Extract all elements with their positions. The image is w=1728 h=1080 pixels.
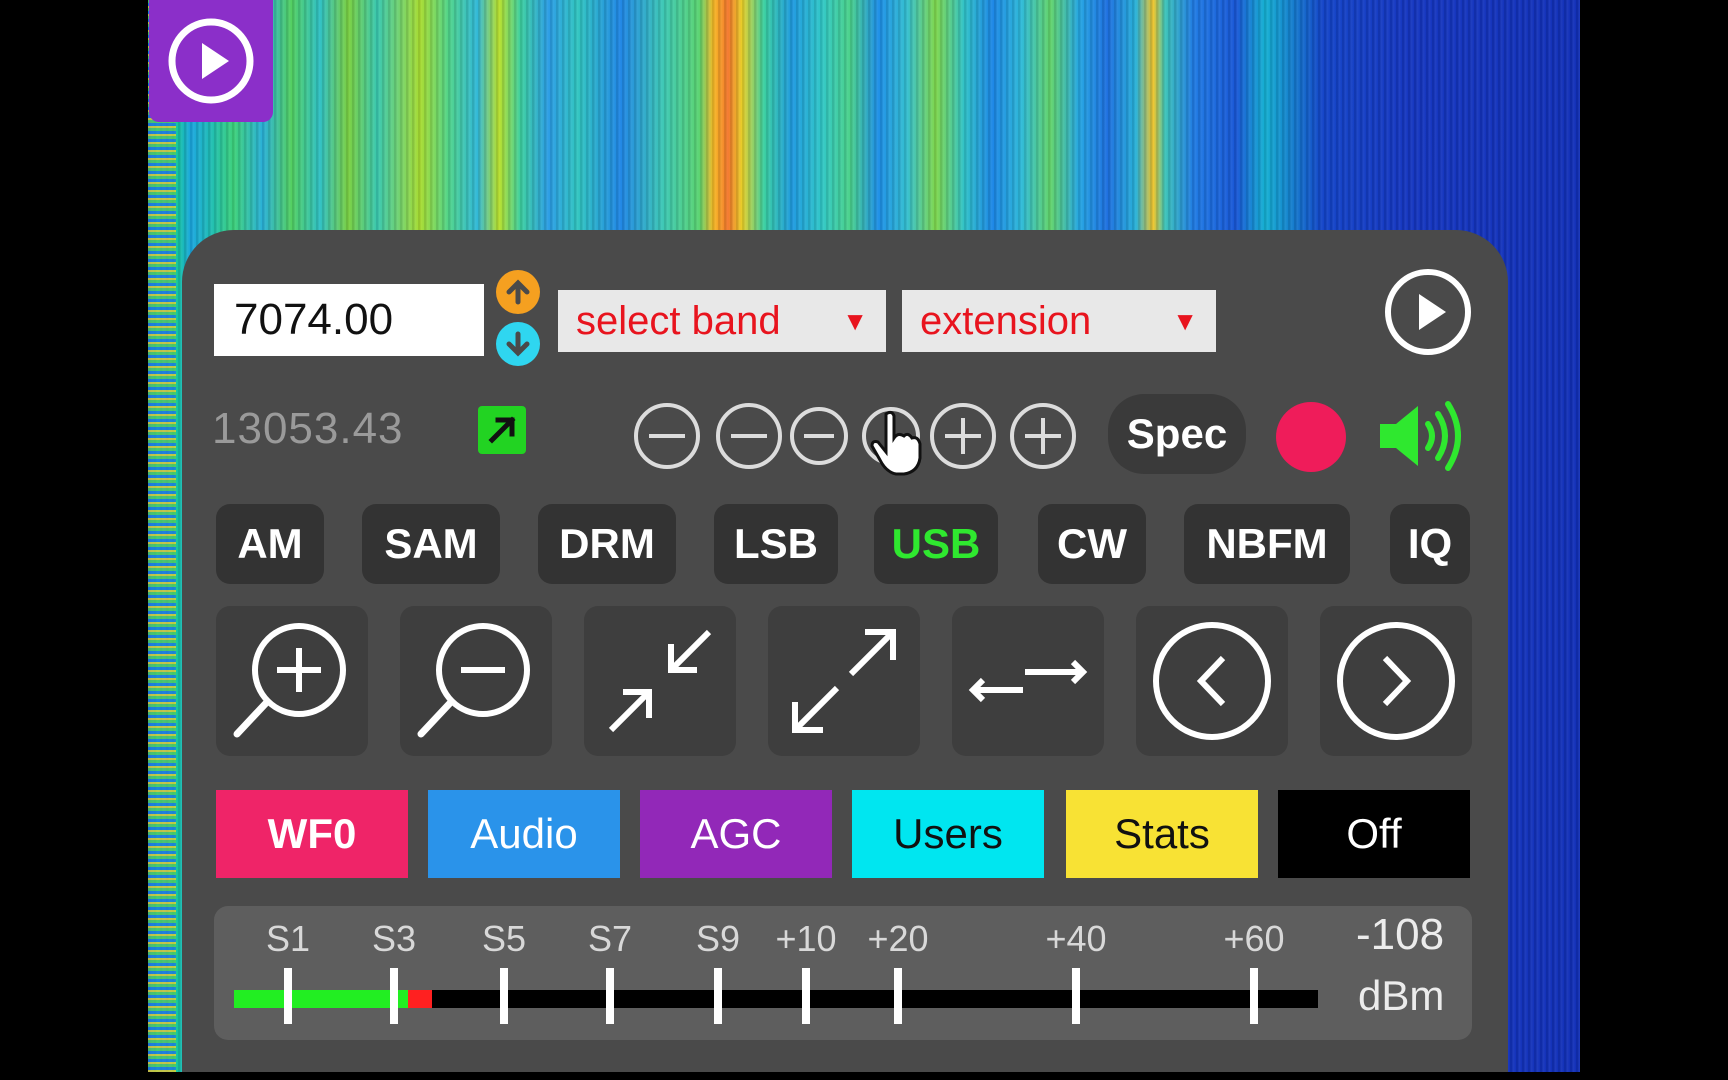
- mode-am-button[interactable]: AM: [216, 504, 324, 584]
- frequency-input[interactable]: [214, 284, 484, 356]
- freq-up-icon: [506, 279, 530, 305]
- band-select[interactable]: select band ▼: [558, 290, 886, 352]
- minus-icon: [804, 434, 834, 438]
- minus-icon: [731, 434, 767, 438]
- zoom-in-magnifier-button[interactable]: [216, 606, 368, 756]
- s-meter-scale-label: S5: [481, 918, 527, 959]
- mode-iq-button[interactable]: IQ: [1390, 504, 1470, 584]
- chevron-down-icon: ▼: [842, 306, 868, 336]
- zoom-in-max-button[interactable]: [1010, 403, 1076, 469]
- s-meter-tick: [606, 968, 614, 1024]
- external-link-button[interactable]: [478, 406, 526, 454]
- zoom-out-magnifier-button[interactable]: [400, 606, 552, 756]
- s-meter-bar-peak: [408, 990, 432, 1008]
- chevron-down-icon: ▼: [1172, 306, 1198, 336]
- waterfall-edge: [148, 0, 176, 1072]
- extension-select[interactable]: extension ▼: [902, 290, 1216, 352]
- shrink-icon: [608, 629, 712, 733]
- signal-dbm-unit: dBm: [1358, 972, 1445, 1019]
- speaker-icon: [1380, 401, 1461, 471]
- zoom-out-small-button[interactable]: [790, 407, 848, 465]
- extension-select-label: extension: [920, 298, 1092, 343]
- freq-down-button[interactable]: [496, 322, 540, 366]
- freq-down-icon: [506, 331, 530, 357]
- tab-stats[interactable]: Stats: [1066, 790, 1258, 878]
- s-meter-scale-label: S7: [587, 918, 633, 959]
- minus-icon: [649, 434, 685, 438]
- zoom-out-button[interactable]: [716, 403, 782, 469]
- s-meter-scale-label: S3: [371, 918, 417, 959]
- tab-off[interactable]: Off: [1278, 790, 1470, 878]
- s-meter-scale-label: S9: [695, 918, 741, 959]
- hand-cursor-icon: [870, 410, 922, 476]
- s-meter-tick: [1250, 968, 1258, 1024]
- magnify-plus-icon: [233, 623, 346, 738]
- mode-lsb-button[interactable]: LSB: [714, 504, 838, 584]
- tab-agc[interactable]: AGC: [640, 790, 832, 878]
- play-button[interactable]: [1382, 266, 1474, 363]
- s-meter-scale-label: +20: [867, 918, 929, 959]
- zoom-in-button[interactable]: [930, 403, 996, 469]
- step-right-button[interactable]: [1320, 606, 1472, 756]
- tab-users[interactable]: Users: [852, 790, 1044, 878]
- band-select-label: select band: [576, 298, 781, 343]
- s-meter-tick: [500, 968, 508, 1024]
- expand-button[interactable]: [768, 606, 920, 756]
- audio-mute-button[interactable]: [1376, 398, 1468, 479]
- s-meter-tick: [894, 968, 902, 1024]
- top-play-button[interactable]: [149, 0, 273, 122]
- mode-nbfm-button[interactable]: NBFM: [1184, 504, 1350, 584]
- s-meter-tick: [714, 968, 722, 1024]
- s-meter-scale-label: +10: [775, 918, 837, 959]
- signal-dbm-value: -108: [1356, 910, 1445, 959]
- tab-wf0[interactable]: WF0: [216, 790, 408, 878]
- expand-icon: [792, 629, 896, 733]
- mode-usb-button[interactable]: USB: [874, 504, 998, 584]
- chevron-right-icon: [1337, 622, 1455, 740]
- external-link-icon: [488, 416, 516, 444]
- play-icon: [1385, 269, 1471, 355]
- s-meter-tick: [284, 968, 292, 1024]
- play-icon: [168, 18, 254, 104]
- s-meter-tick: [390, 968, 398, 1024]
- s-meter-scale-label: S1: [265, 918, 311, 959]
- swap-horizontal-icon: [968, 659, 1088, 703]
- mode-cw-button[interactable]: CW: [1038, 504, 1146, 584]
- mode-sam-button[interactable]: SAM: [362, 504, 500, 584]
- s-meter-scale-label: +60: [1223, 918, 1285, 959]
- secondary-frequency: 13053.43: [212, 404, 404, 453]
- s-meter-scale-label: +40: [1045, 918, 1107, 959]
- spec-button[interactable]: Spec: [1108, 394, 1246, 474]
- record-button[interactable]: [1276, 402, 1346, 472]
- mode-drm-button[interactable]: DRM: [538, 504, 676, 584]
- chevron-left-icon: [1153, 622, 1271, 740]
- step-left-button[interactable]: [1136, 606, 1288, 756]
- magnify-minus-icon: [417, 623, 530, 738]
- s-meter-tick: [1072, 968, 1080, 1024]
- swap-button[interactable]: [952, 606, 1104, 756]
- s-meter-tick: [802, 968, 810, 1024]
- zoom-out-max-button[interactable]: [634, 403, 700, 469]
- shrink-button[interactable]: [584, 606, 736, 756]
- freq-up-button[interactable]: [496, 270, 540, 314]
- tab-audio[interactable]: Audio: [428, 790, 620, 878]
